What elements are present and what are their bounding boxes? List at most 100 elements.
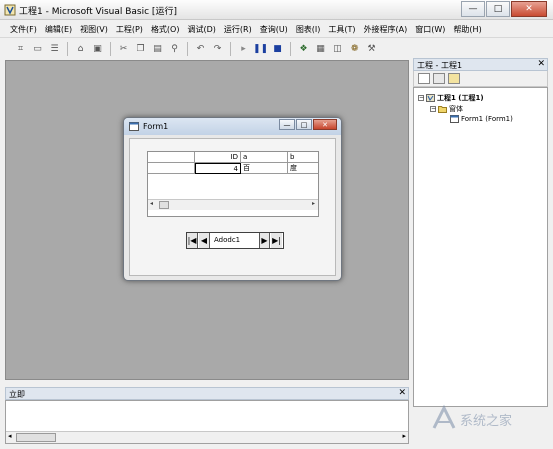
menu-query[interactable]: 查询(U): [260, 24, 288, 35]
scrollbar-thumb[interactable]: [16, 433, 56, 442]
tree-node-forms-folder[interactable]: − 窗体: [430, 104, 463, 114]
form1-title-bar[interactable]: Form1 — □ ✕: [124, 118, 341, 135]
grid-row-selector[interactable]: [148, 163, 195, 174]
toolbar-separator: [187, 42, 188, 56]
scroll-left-arrow-icon[interactable]: ◂: [8, 432, 12, 440]
folder-icon: [438, 106, 447, 113]
toolbar-separator: [230, 42, 231, 56]
grid-horizontal-scrollbar[interactable]: ◂ ▸: [148, 199, 318, 210]
cut-icon[interactable]: ✂: [117, 43, 130, 56]
form-icon: [450, 115, 459, 123]
scrollbar-thumb[interactable]: [159, 201, 169, 209]
window-controls: — □ ✕: [460, 1, 547, 17]
object-browser-icon[interactable]: ❁: [348, 43, 361, 56]
datagrid[interactable]: ID a b 4 百 度 ◂ ▸: [147, 151, 319, 217]
tree-node-form1[interactable]: Form1 (Form1): [450, 115, 513, 123]
find-icon[interactable]: ⚲: [168, 43, 181, 56]
form1-minimize-button[interactable]: —: [279, 119, 295, 130]
start-icon[interactable]: ▸: [237, 43, 250, 56]
vb6-ide-window: 工程1 - Microsoft Visual Basic [运行] — □ ✕ …: [0, 0, 553, 449]
copy-icon[interactable]: ❐: [134, 43, 147, 56]
redo-icon[interactable]: ↷: [211, 43, 224, 56]
grid-header-b[interactable]: b: [288, 152, 318, 163]
project-explorer-title-bar[interactable]: 工程 - 工程1 ✕: [413, 58, 548, 71]
tree-node-project[interactable]: − 工程1 (工程1): [418, 93, 484, 103]
immediate-window-title: 立即: [9, 390, 25, 399]
grid-cell-id[interactable]: 4: [195, 163, 241, 174]
form1-maximize-button[interactable]: □: [296, 119, 312, 130]
adodc-control: |◀ ◀ Adodc1 ▶ ▶|: [186, 232, 284, 249]
title-bar: 工程1 - Microsoft Visual Basic [运行] — □ ✕: [0, 0, 553, 20]
grid-header-selector: [148, 152, 195, 163]
project-explorer-close-button[interactable]: ✕: [537, 59, 545, 69]
project-tree: − 工程1 (工程1) − 窗体 Form1 (Form1): [413, 87, 548, 407]
form1-window-controls: — □ ✕: [278, 119, 337, 130]
menu-view[interactable]: 视图(V): [80, 24, 108, 35]
menu-editor-icon[interactable]: ☰: [48, 43, 61, 56]
immediate-window-body[interactable]: ◂ ▸: [5, 400, 409, 444]
move-last-button[interactable]: ▶|: [271, 233, 282, 248]
save-icon[interactable]: ▣: [91, 43, 104, 56]
tree-label-form1: Form1 (Form1): [461, 115, 513, 123]
toggle-folders-icon[interactable]: [448, 73, 460, 84]
grid-header-a[interactable]: a: [241, 152, 288, 163]
menu-tools[interactable]: 工具(T): [328, 24, 355, 35]
view-code-icon[interactable]: [418, 73, 430, 84]
menu-help[interactable]: 帮助(H): [453, 24, 481, 35]
project-explorer-title: 工程 - 工程1: [417, 61, 463, 70]
immediate-window-close-button[interactable]: ✕: [398, 388, 406, 398]
move-first-button[interactable]: |◀: [187, 233, 198, 248]
form-layout-icon[interactable]: ◫: [331, 43, 344, 56]
minimize-button[interactable]: —: [461, 1, 485, 17]
form1-window[interactable]: Form1 — □ ✕ ID a b 4 百 度 ◂ ▸ |◀ ◀ Adodc1…: [123, 117, 342, 281]
end-icon[interactable]: ■: [271, 43, 284, 56]
window-title: 工程1 - Microsoft Visual Basic [运行]: [19, 7, 177, 17]
menu-debug[interactable]: 调试(D): [187, 24, 215, 35]
form1-close-button[interactable]: ✕: [313, 119, 337, 130]
move-previous-button[interactable]: ◀: [199, 233, 210, 248]
properties-icon[interactable]: ▦: [314, 43, 327, 56]
project-explorer-icon[interactable]: ❖: [297, 43, 310, 56]
scroll-right-arrow-icon[interactable]: ▸: [312, 200, 315, 207]
toolbar-separator: [290, 42, 291, 56]
undo-icon[interactable]: ↶: [194, 43, 207, 56]
tree-label-forms: 窗体: [449, 105, 463, 113]
break-icon[interactable]: ❚❚: [253, 43, 268, 56]
menu-format[interactable]: 格式(O): [151, 24, 180, 35]
grid-header-id[interactable]: ID: [195, 152, 241, 163]
menu-window[interactable]: 窗口(W): [415, 24, 445, 35]
menu-run[interactable]: 运行(R): [224, 24, 252, 35]
immediate-horizontal-scrollbar[interactable]: ◂ ▸: [6, 431, 408, 443]
grid-cell-a[interactable]: 百: [241, 163, 288, 174]
form1-client-area: ID a b 4 百 度 ◂ ▸ |◀ ◀ Adodc1 ▶ ▶|: [129, 138, 336, 276]
tree-label-project: 工程1 (工程1): [437, 94, 484, 102]
paste-icon[interactable]: ▤: [151, 43, 164, 56]
watermark-logo-icon: [432, 404, 456, 429]
menu-add-ins[interactable]: 外接程序(A): [364, 24, 408, 35]
add-form-icon[interactable]: ▭: [31, 43, 44, 56]
menu-project[interactable]: 工程(P): [116, 24, 143, 35]
maximize-button[interactable]: □: [486, 1, 510, 17]
add-project-icon[interactable]: ⌗: [14, 43, 27, 56]
immediate-window-title-bar[interactable]: 立即 ✕: [5, 387, 409, 400]
watermark-text: 系统之家: [460, 414, 513, 429]
toolbar-separator: [110, 42, 111, 56]
menu-edit[interactable]: 编辑(E): [45, 24, 72, 35]
move-next-button[interactable]: ▶: [259, 233, 270, 248]
tree-collapse-toggle[interactable]: −: [430, 106, 436, 112]
close-button[interactable]: ✕: [511, 1, 547, 17]
project-explorer-toolbar: [413, 71, 548, 87]
menu-diagram[interactable]: 图表(I): [296, 24, 321, 35]
standard-toolbar: ⌗ ▭ ☰ ⌂ ▣ ✂ ❐ ▤ ⚲ ↶ ↷ ▸ ❚❚ ■ ❖ ▦ ◫ ❁ ⚒: [0, 38, 553, 60]
form1-title: Form1: [143, 122, 169, 131]
tree-collapse-toggle[interactable]: −: [418, 95, 424, 101]
scroll-right-arrow-icon[interactable]: ▸: [402, 432, 406, 440]
menu-bar: 文件(F) 编辑(E) 视图(V) 工程(P) 格式(O) 调试(D) 运行(R…: [0, 21, 553, 38]
view-object-icon[interactable]: [433, 73, 445, 84]
menu-file[interactable]: 文件(F): [10, 24, 37, 35]
open-icon[interactable]: ⌂: [74, 43, 87, 56]
visual-basic-icon: [4, 4, 16, 16]
scroll-left-arrow-icon[interactable]: ◂: [150, 200, 153, 207]
toolbox-icon[interactable]: ⚒: [365, 43, 378, 56]
grid-cell-b[interactable]: 度: [288, 163, 318, 174]
